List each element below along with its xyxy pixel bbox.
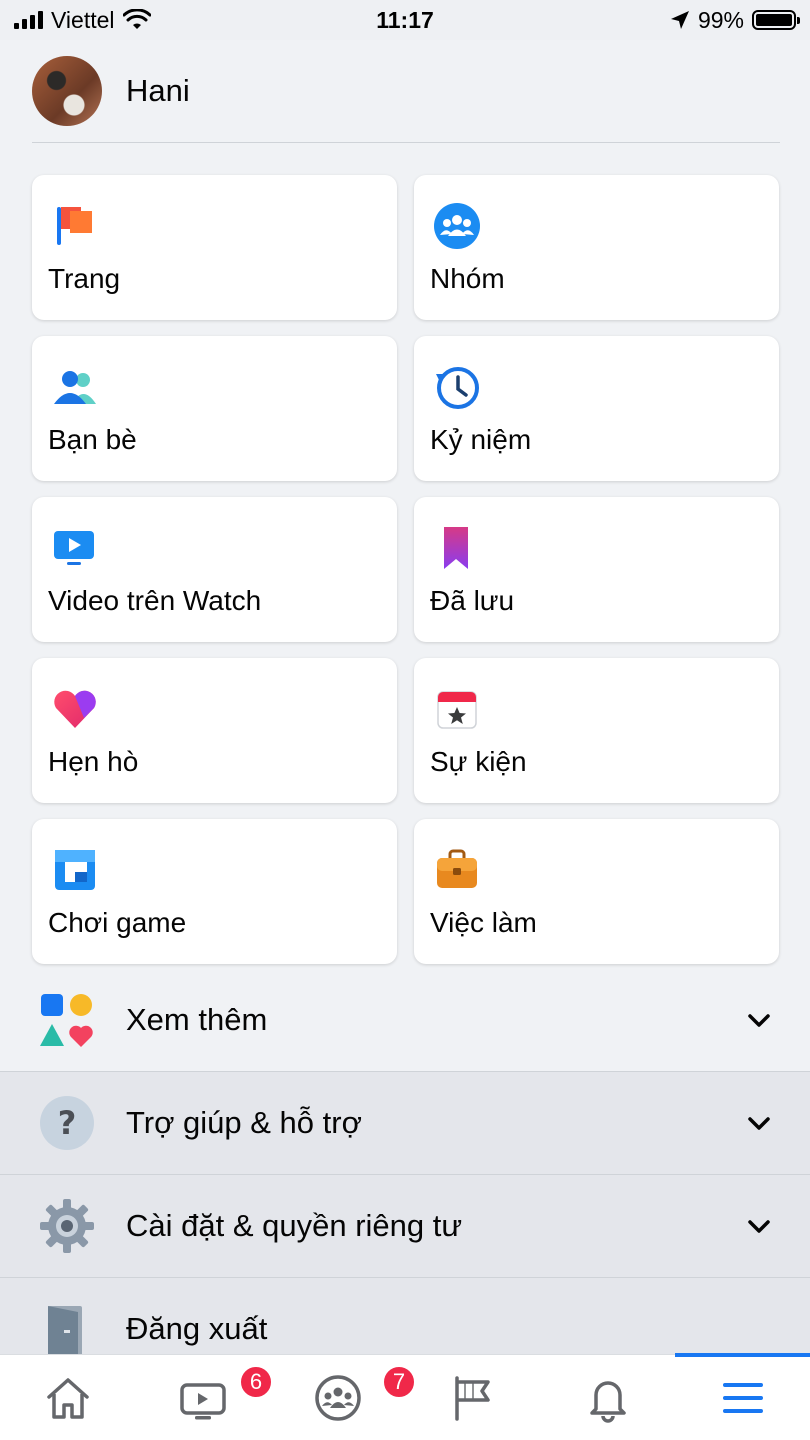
friends-icon — [54, 371, 96, 404]
heart-icon — [54, 690, 96, 728]
tab-menu[interactable] — [675, 1353, 810, 1440]
shortcut-jobs[interactable]: Việc làm — [414, 819, 779, 964]
tab-home[interactable] — [0, 1355, 135, 1440]
avatar[interactable] — [32, 56, 102, 126]
door-icon — [48, 1306, 82, 1356]
calendar-star-icon — [437, 691, 477, 729]
home-icon — [46, 1377, 89, 1419]
shortcut-memories[interactable]: Kỷ niệm — [414, 336, 779, 481]
shortcut-dating[interactable]: Hẹn hò — [32, 658, 397, 803]
shortcut-label: Sự kiện — [430, 746, 527, 777]
shortcut-label: Chơi game — [48, 907, 187, 938]
gaming-icon — [55, 850, 95, 890]
carrier-name: Viettel — [51, 6, 115, 33]
flag-icon — [57, 207, 92, 245]
shortcut-saved[interactable]: Đã lưu — [414, 497, 779, 642]
status-right: 99% — [670, 6, 800, 34]
shortcut-label: Đã lưu — [430, 585, 515, 616]
battery-icon — [752, 10, 800, 30]
shortcut-events[interactable]: Sự kiện — [414, 658, 779, 803]
help-support-row[interactable]: ? Trợ giúp & hỗ trợ — [0, 1071, 810, 1174]
shortcut-gaming[interactable]: Chơi game — [32, 819, 397, 964]
wifi-icon — [122, 9, 151, 29]
see-more-row[interactable]: Xem thêm — [0, 968, 810, 1071]
profile-row[interactable]: Hani — [32, 40, 780, 143]
tab-groups[interactable]: 7 — [270, 1355, 416, 1440]
groups-tab-icon — [314, 1374, 361, 1421]
tab-watch[interactable]: 6 — [135, 1355, 273, 1440]
shortcut-label: Việc làm — [430, 907, 537, 938]
tab-notifications[interactable] — [540, 1355, 675, 1440]
shortcut-friends[interactable]: Bạn bè — [32, 336, 397, 481]
shortcut-pages[interactable]: Trang — [32, 175, 397, 320]
hamburger-menu-icon — [722, 1382, 763, 1413]
chevron-down-icon[interactable] — [746, 1213, 772, 1239]
watch-badge: 6 — [239, 1365, 273, 1399]
question-mark-icon: ? — [40, 1096, 94, 1150]
bookmark-icon — [444, 527, 468, 569]
shortcut-groups[interactable]: Nhóm — [414, 175, 779, 320]
shortcut-label: Video trên Watch — [48, 585, 262, 616]
help-support-label: Trợ giúp & hỗ trợ — [126, 1105, 362, 1140]
status-bar: Viettel 11:17 99% — [0, 0, 810, 40]
signal-icon — [14, 11, 43, 29]
memories-clock-icon — [436, 367, 479, 409]
shortcut-label: Kỷ niệm — [430, 424, 532, 455]
bottom-tab-bar: 6 7 — [0, 1353, 810, 1440]
watch-tv-icon — [179, 1382, 226, 1419]
shortcut-label: Nhóm — [430, 263, 505, 294]
status-left: Viettel — [14, 7, 151, 34]
see-more-shapes-icon — [40, 993, 93, 1047]
battery-percent: 99% — [697, 6, 744, 33]
settings-privacy-row[interactable]: Cài đặt & quyền riêng tư — [0, 1174, 810, 1277]
shortcut-label: Hẹn hò — [48, 746, 139, 777]
see-more-label: Xem thêm — [126, 1001, 268, 1037]
gear-icon — [40, 1199, 94, 1253]
tab-pages[interactable] — [405, 1355, 540, 1440]
location-arrow-icon — [670, 11, 689, 29]
svg-text:?: ? — [58, 1104, 77, 1142]
groups-icon — [434, 203, 480, 249]
briefcase-icon — [437, 849, 477, 888]
settings-privacy-label: Cài đặt & quyền riêng tư — [126, 1208, 463, 1243]
bell-icon — [589, 1380, 626, 1423]
shortcuts-grid: Trang Nhóm Bạn bè Kỷ niệm Video trên Wat… — [32, 175, 779, 964]
shortcut-label: Trang — [48, 263, 121, 294]
shortcut-watch[interactable]: Video trên Watch — [32, 497, 397, 642]
flag-tab-icon — [454, 1375, 490, 1421]
shortcut-label: Bạn bè — [48, 424, 137, 455]
profile-name: Hani — [126, 73, 190, 108]
watch-video-icon — [54, 531, 94, 565]
logout-label: Đăng xuất — [126, 1311, 268, 1346]
chevron-down-icon[interactable] — [746, 1110, 772, 1136]
chevron-down-icon[interactable] — [746, 1007, 772, 1033]
